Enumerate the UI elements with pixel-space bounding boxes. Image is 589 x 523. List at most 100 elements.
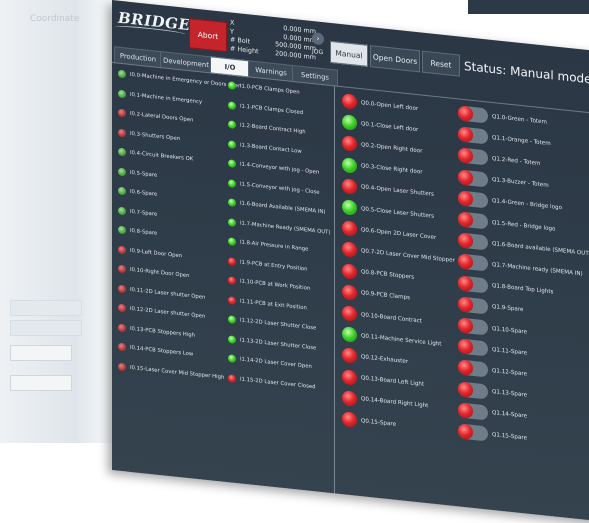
output-label: Q0.10-Board Contract: [361, 311, 422, 325]
output-item[interactable]: Q1.8-Board Top Lights: [458, 274, 554, 300]
input-led-on-icon: [228, 100, 236, 110]
output-label: Q0.8-PCB Stoppers: [361, 269, 415, 281]
output-toggle[interactable]: [458, 296, 488, 315]
output-item[interactable]: Q0.8-PCB Stoppers: [342, 262, 415, 286]
output-toggle[interactable]: [458, 359, 488, 378]
output-item[interactable]: Q0.9-PCB Clamps: [342, 283, 410, 306]
output-label: Q1.8-Board Top Lights: [492, 283, 554, 296]
input-led-off-icon: [228, 373, 236, 383]
output-item[interactable]: Q1.10-Spare: [458, 317, 527, 339]
output-item[interactable]: Q1.1-Orange - Totem: [458, 126, 551, 152]
input-item: I1.8-Air Pressure in Range: [228, 237, 308, 253]
output-led-off-icon[interactable]: [342, 177, 357, 195]
output-toggle[interactable]: [458, 190, 488, 209]
input-label: I1.10-PCB at Work Position: [240, 278, 311, 292]
input-item: I0.11-2D Laser shutter Open: [118, 284, 205, 301]
output-label: Q0.1-Close Left door: [361, 120, 419, 133]
output-item[interactable]: Q0.5-Close Laser Shutters: [342, 199, 434, 224]
output-item[interactable]: Q1.14-Spare: [458, 402, 527, 424]
output-toggle[interactable]: [458, 402, 488, 421]
output-item[interactable]: Q1.13-Spare: [458, 380, 527, 403]
output-led-off-icon[interactable]: [342, 368, 357, 386]
input-led-off-icon: [228, 295, 236, 305]
output-led-off-icon[interactable]: [342, 241, 357, 259]
output-led-off-icon[interactable]: [342, 93, 357, 110]
input-led-on-icon: [228, 178, 236, 188]
output-item[interactable]: Q0.4-Open Laser Shutters: [342, 177, 434, 203]
output-item[interactable]: Q1.2-Red - Totem: [458, 147, 541, 172]
output-item[interactable]: Q1.15-Spare: [458, 423, 527, 445]
bridge-logo: BRIDGE: [115, 9, 190, 37]
input-label: I1.13-2D Laser Shutter Close: [240, 336, 317, 351]
output-led-on-icon[interactable]: [342, 199, 357, 216]
output-toggle[interactable]: [458, 105, 488, 124]
output-item[interactable]: Q0.1-Close Left door: [342, 114, 418, 137]
output-toggle[interactable]: [458, 423, 488, 442]
reset-button[interactable]: Reset: [422, 50, 460, 77]
input-item: I0.10-Right Door Open: [118, 264, 189, 281]
output-toggle[interactable]: [458, 126, 488, 145]
output-item[interactable]: Q1.9-Spare: [458, 296, 523, 318]
output-led-off-icon[interactable]: [342, 411, 357, 428]
output-label: Q0.0-Open Left door: [361, 99, 419, 112]
output-item[interactable]: Q0.15-Spare: [342, 411, 396, 432]
output-led-off-icon[interactable]: [342, 220, 357, 237]
output-led-off-icon: [458, 380, 473, 398]
output-toggle[interactable]: [458, 211, 488, 230]
output-item[interactable]: Q0.13-Board Left Light: [342, 368, 424, 393]
input-led-off-icon: [118, 323, 126, 332]
output-item[interactable]: Q0.11-Machine Service Light: [342, 326, 441, 351]
output-led-off-icon[interactable]: [342, 283, 357, 301]
jog-arrow-icon[interactable]: ›: [312, 32, 324, 46]
output-item[interactable]: Q0.6-Open 2D Laser Cover: [342, 220, 436, 245]
output-led-on-icon[interactable]: [342, 156, 357, 174]
output-item[interactable]: Q0.2-Open Right door: [342, 135, 422, 159]
output-led-off-icon[interactable]: [342, 347, 357, 365]
output-led-off-icon: [458, 402, 473, 419]
output-label: Q0.7-2D Laser Cover Mid Stopper: [361, 248, 455, 264]
output-item[interactable]: Q1.11-Spare: [458, 338, 527, 361]
output-label: Q1.5-Red - Bridge logo: [492, 219, 556, 233]
input-led-on-icon: [228, 237, 236, 247]
output-toggle[interactable]: [458, 147, 488, 166]
abort-button[interactable]: Abort: [189, 18, 227, 53]
input-label: I1.9-PCB at Entry Position: [240, 258, 308, 273]
input-label: I0.3-Shutters Open: [130, 130, 181, 142]
output-led-off-icon[interactable]: [342, 262, 357, 280]
input-label: I0.5-Spare: [130, 169, 158, 179]
open-doors-button[interactable]: Open Doors: [370, 45, 420, 73]
input-item: I1.5-Conveyor with jog - Close: [228, 178, 320, 197]
output-led-off-icon[interactable]: [342, 135, 357, 153]
output-led-off-icon[interactable]: [342, 389, 357, 407]
output-item[interactable]: Q0.12-Exhauster: [342, 347, 408, 370]
output-toggle[interactable]: [458, 317, 488, 336]
output-led-off-icon[interactable]: [342, 305, 357, 322]
input-item: I1.2-Board Contract High: [228, 120, 306, 136]
output-toggle[interactable]: [458, 338, 488, 357]
output-item[interactable]: Q0.0-Open Left door: [342, 93, 418, 116]
input-led-on-icon: [228, 120, 236, 130]
background-field: [10, 300, 82, 316]
status-text: Status: Manual mode: [464, 58, 589, 87]
output-toggle[interactable]: [458, 253, 488, 272]
output-item[interactable]: Q1.5-Red - Bridge logo: [458, 211, 555, 236]
output-item[interactable]: Q1.3-Buzzer - Totem: [458, 168, 549, 194]
output-led-on-icon[interactable]: [342, 326, 357, 343]
output-toggle[interactable]: [458, 380, 488, 400]
output-toggle[interactable]: [458, 168, 488, 188]
output-item[interactable]: Q1.0-Green - Totem: [458, 105, 547, 129]
output-led-off-icon: [458, 147, 473, 165]
output-item[interactable]: Q1.12-Spare: [458, 359, 527, 382]
output-item[interactable]: Q0.10-Board Contract: [342, 305, 422, 328]
output-toggle[interactable]: [458, 232, 488, 251]
manual-button[interactable]: Manual: [330, 40, 368, 67]
output-item[interactable]: Q0.3-Close Right door: [342, 156, 423, 180]
input-item: I1.9-PCB at Entry Position: [228, 256, 308, 273]
input-label: I1.8-Air Pressure in Range: [240, 239, 309, 253]
io-content: I0.0-Machine in Emergency or Doors open I…: [112, 62, 589, 523]
output-item[interactable]: Q0.14-Board Right Light: [342, 389, 428, 414]
output-led-on-icon[interactable]: [342, 114, 357, 131]
output-toggle[interactable]: [458, 274, 488, 294]
input-led-off-icon: [228, 276, 236, 286]
output-led-off-icon: [458, 317, 473, 334]
